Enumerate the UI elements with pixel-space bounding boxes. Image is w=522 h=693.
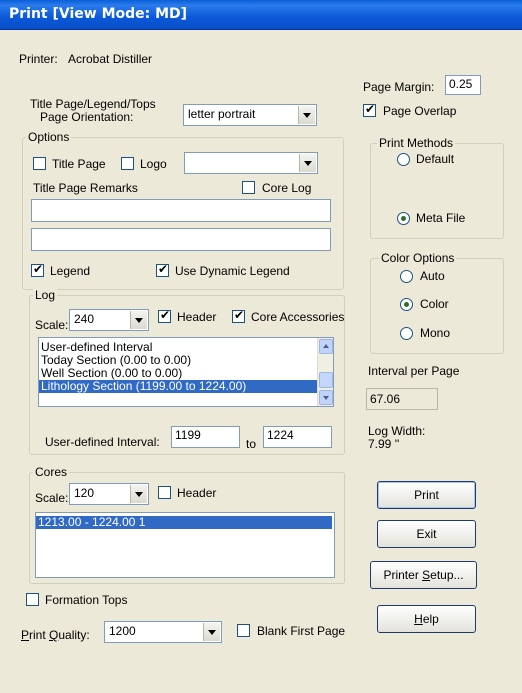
cores-scale-label: Scale:: [35, 491, 69, 505]
page-overlap-checkbox[interactable]: [363, 102, 376, 117]
log-legend: Log: [33, 288, 58, 302]
interval-from-input[interactable]: 1199: [171, 426, 240, 448]
orientation-label-line1: Title Page/Legend/Tops: [30, 97, 156, 111]
blank-first-page-label: Blank First Page: [257, 624, 346, 638]
interval-to-label: to: [246, 437, 257, 451]
log-header-checkbox[interactable]: [158, 308, 171, 323]
log-scale-label: Scale:: [35, 318, 69, 332]
log-scale-select[interactable]: 240: [69, 309, 149, 331]
default-radio[interactable]: [397, 153, 410, 166]
printer-name: Acrobat Distiller: [68, 52, 153, 66]
printer-setup-button[interactable]: Printer Setup...: [370, 561, 477, 589]
page-margin-label: Page Margin:: [363, 80, 435, 94]
orientation-label-line2: Page Orientation:: [40, 110, 134, 124]
print-methods-legend: Print Methods: [377, 136, 456, 150]
log-scale-dropdown-icon[interactable]: [130, 311, 147, 329]
color-options-legend: Color Options: [379, 251, 457, 265]
logo-checkbox[interactable]: [121, 157, 134, 170]
legend-checkbox[interactable]: [31, 262, 44, 277]
core-accessories-label: Core Accessories: [251, 310, 345, 324]
auto-label: Auto: [420, 269, 445, 283]
help-button[interactable]: Help: [377, 605, 476, 633]
core-accessories-checkbox[interactable]: [232, 308, 245, 323]
formation-tops-checkbox[interactable]: [26, 593, 39, 606]
printer-label: Printer:: [19, 52, 58, 66]
logo-dropdown-icon[interactable]: [299, 154, 316, 172]
cores-scale-value: 120: [74, 486, 95, 500]
log-list-scrollbar[interactable]: [317, 338, 333, 406]
log-scale-value: 240: [74, 312, 95, 326]
cores-header-label: Header: [177, 486, 217, 500]
title-bar[interactable]: Print [View Mode: MD]: [0, 0, 522, 30]
list-item[interactable]: Lithology Section (1199.00 to 1224.00): [39, 380, 317, 393]
log-width-value: 7.99 '': [368, 437, 400, 451]
logo-select[interactable]: [184, 152, 318, 174]
title-page-checkbox[interactable]: [33, 157, 46, 170]
title-page-label: Title Page: [52, 157, 106, 171]
list-item[interactable]: 1213.00 - 1224.00 1: [36, 516, 332, 529]
print-quality-value: 1200: [109, 624, 136, 638]
color-label: Color: [420, 297, 449, 311]
log-section-list[interactable]: User-defined Interval Today Section (0.0…: [38, 337, 334, 407]
mono-radio[interactable]: [400, 327, 413, 340]
meta-file-label: Meta File: [416, 211, 466, 225]
options-legend: Options: [26, 130, 72, 144]
log-width-label: Log Width:: [368, 424, 426, 438]
scroll-up-icon[interactable]: [319, 339, 333, 354]
logo-label: Logo: [140, 157, 167, 171]
dynamic-legend-checkbox[interactable]: [156, 262, 169, 277]
interval-per-page-label: Interval per Page: [368, 364, 460, 378]
print-button[interactable]: Print: [377, 481, 476, 509]
page-margin-input[interactable]: 0.25: [445, 75, 481, 95]
orientation-dropdown-icon[interactable]: [298, 106, 315, 124]
core-log-label: Core Log: [262, 181, 312, 195]
title-remark-2-input[interactable]: [31, 228, 331, 251]
print-quality-select[interactable]: 1200: [104, 621, 222, 643]
blank-first-page-checkbox[interactable]: [237, 624, 250, 637]
scroll-down-icon[interactable]: [319, 390, 333, 405]
interval-to-input[interactable]: 1224: [263, 426, 332, 448]
interval-per-page-value: 67.06: [366, 388, 438, 410]
cores-header-checkbox[interactable]: [158, 486, 171, 499]
cores-legend: Cores: [33, 465, 70, 479]
default-label: Default: [416, 152, 455, 166]
mono-label: Mono: [420, 326, 451, 340]
title-remark-1-input[interactable]: [31, 199, 331, 222]
orientation-select[interactable]: letter portrait: [183, 104, 317, 126]
auto-radio[interactable]: [400, 270, 413, 283]
cores-list[interactable]: 1213.00 - 1224.00 1: [35, 512, 335, 578]
user-interval-label: User-defined Interval:: [45, 435, 160, 449]
scroll-thumb[interactable]: [319, 372, 333, 388]
title-page-remarks-label: Title Page Remarks: [33, 181, 138, 195]
dynamic-legend-label: Use Dynamic Legend: [175, 264, 290, 278]
cores-scale-select[interactable]: 120: [69, 483, 149, 505]
window-title: Print [View Mode: MD]: [9, 6, 188, 22]
exit-button[interactable]: Exit: [377, 520, 476, 548]
print-quality-label: Print Quality:: [21, 628, 90, 642]
formation-tops-label: Formation Tops: [45, 593, 128, 607]
log-header-label: Header: [177, 310, 217, 324]
orientation-value: letter portrait: [188, 107, 256, 121]
meta-file-radio[interactable]: [397, 212, 410, 225]
color-radio[interactable]: [400, 298, 413, 311]
cores-scale-dropdown-icon[interactable]: [130, 485, 147, 503]
page-overlap-label: Page Overlap: [383, 104, 457, 118]
core-log-checkbox[interactable]: [242, 181, 255, 194]
legend-label: Legend: [50, 264, 91, 278]
print-quality-dropdown-icon[interactable]: [203, 623, 220, 641]
